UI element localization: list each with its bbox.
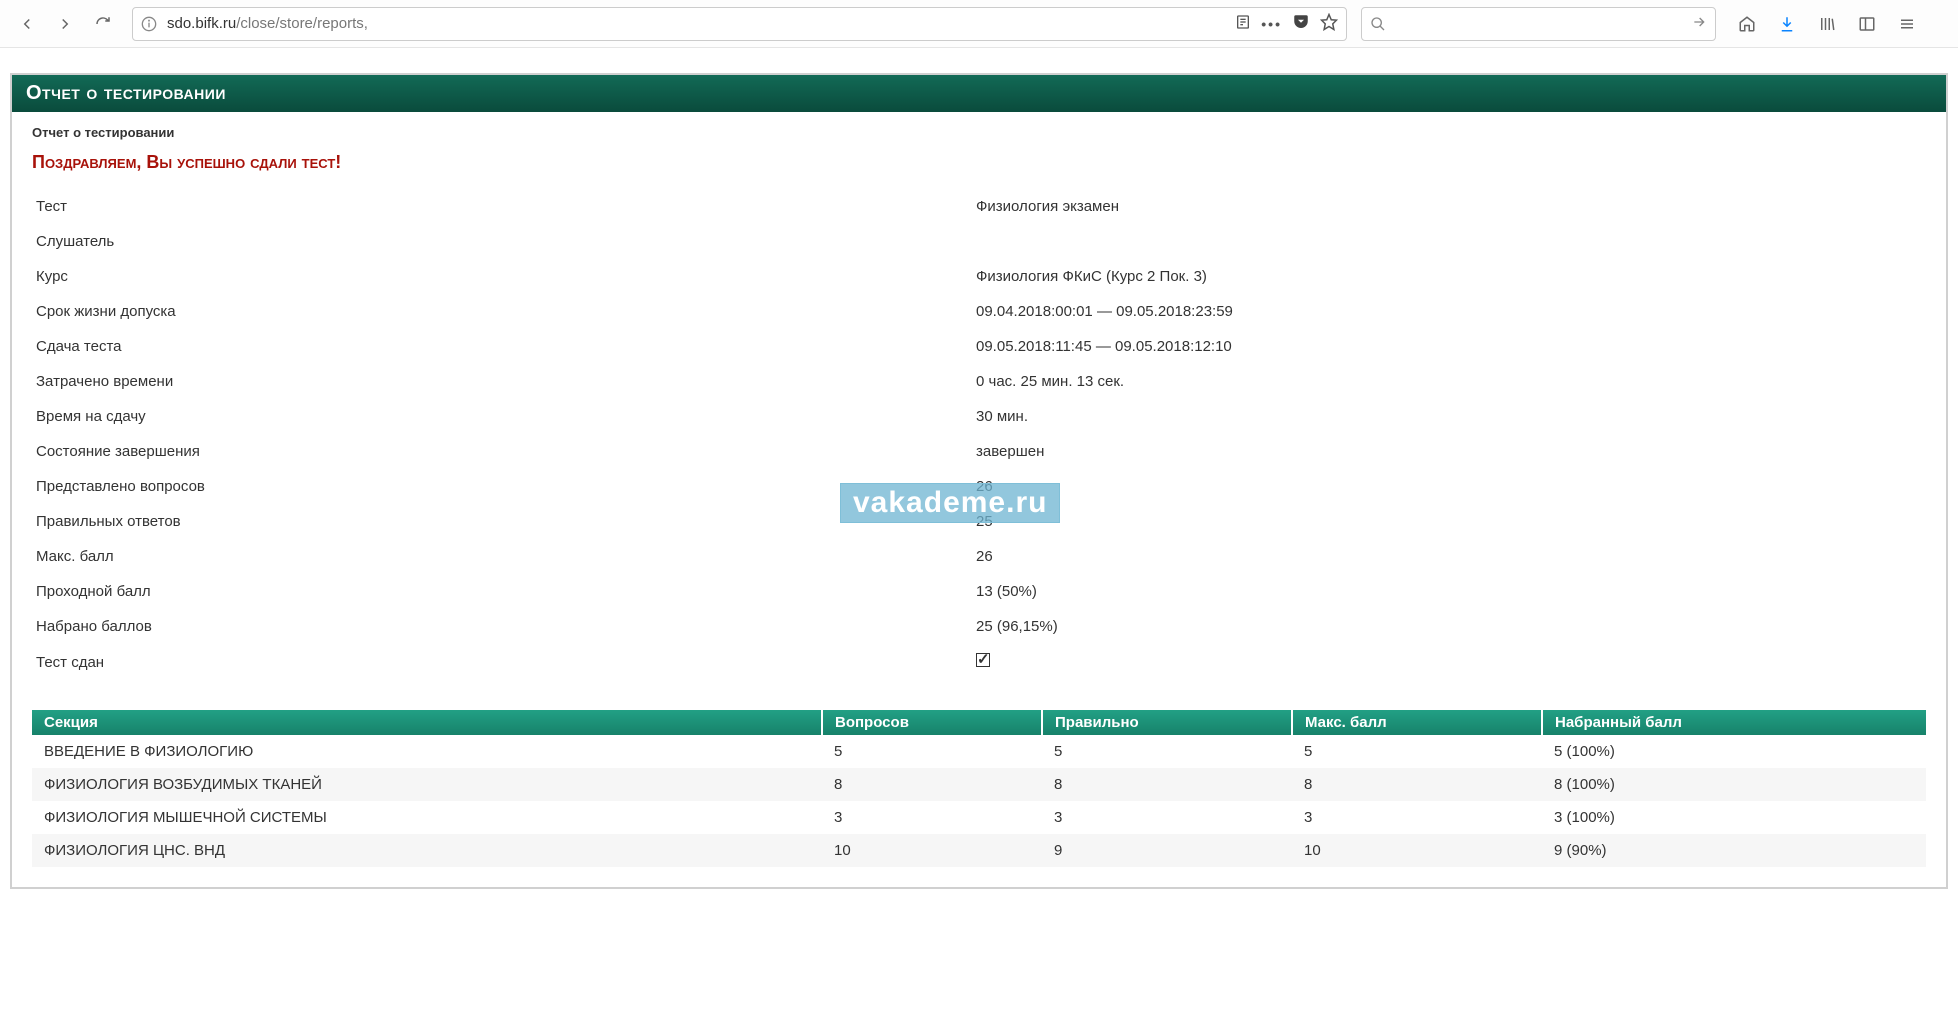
sections-header: Вопросов bbox=[822, 710, 1042, 735]
info-value: 30 мин. bbox=[972, 399, 1926, 434]
info-value: 09.04.2018:00:01 — 09.05.2018:23:59 bbox=[972, 294, 1926, 329]
info-label: Проходной балл bbox=[32, 574, 972, 609]
pocket-icon[interactable] bbox=[1292, 13, 1310, 34]
go-arrow-icon[interactable] bbox=[1691, 14, 1707, 33]
table-cell: 9 bbox=[1042, 834, 1292, 867]
info-value: 13 (50%) bbox=[972, 574, 1926, 609]
search-bar[interactable] bbox=[1361, 7, 1716, 41]
info-row: Состояние завершениязавершен bbox=[32, 434, 1926, 469]
info-row: Сдача теста09.05.2018:11:45 — 09.05.2018… bbox=[32, 329, 1926, 364]
breadcrumb: Отчет о тестировании bbox=[32, 122, 1926, 152]
address-bar[interactable]: sdo.bifk.ru/close/store/reports, ••• bbox=[132, 7, 1347, 41]
table-row: ФИЗИОЛОГИЯ МЫШЕЧНОЙ СИСТЕМЫ3333 (100%) bbox=[32, 801, 1926, 834]
forward-button[interactable] bbox=[48, 7, 82, 41]
info-label: Срок жизни допуска bbox=[32, 294, 972, 329]
info-row: Набрано баллов25 (96,15%) bbox=[32, 609, 1926, 644]
info-value bbox=[972, 224, 1926, 259]
info-label: Набрано баллов bbox=[32, 609, 972, 644]
reload-button[interactable] bbox=[86, 7, 120, 41]
info-label: Время на сдачу bbox=[32, 399, 972, 434]
sections-header: Набранный балл bbox=[1542, 710, 1926, 735]
table-cell: 8 bbox=[1292, 768, 1542, 801]
info-row: Слушатель bbox=[32, 224, 1926, 259]
info-row: Проходной балл13 (50%) bbox=[32, 574, 1926, 609]
info-value: Физиология ФКиС (Курс 2 Пок. 3) bbox=[972, 259, 1926, 294]
info-value: 26 bbox=[972, 469, 1926, 504]
info-value bbox=[972, 644, 1926, 680]
info-label: Курс bbox=[32, 259, 972, 294]
report-panel: Отчет о тестировании Отчет о тестировани… bbox=[10, 73, 1948, 889]
info-row: Срок жизни допуска09.04.2018:00:01 — 09.… bbox=[32, 294, 1926, 329]
info-label: Правильных ответов bbox=[32, 504, 972, 539]
table-cell: 10 bbox=[1292, 834, 1542, 867]
sections-header: Правильно bbox=[1042, 710, 1292, 735]
reader-mode-icon[interactable] bbox=[1235, 14, 1251, 33]
table-cell: ФИЗИОЛОГИЯ ЦНС. ВНД bbox=[32, 834, 822, 867]
sidebar-button[interactable] bbox=[1850, 7, 1884, 41]
info-row: Правильных ответов25 bbox=[32, 504, 1926, 539]
search-icon bbox=[1370, 16, 1386, 32]
info-value: Физиология экзамен bbox=[972, 189, 1926, 224]
table-cell: 3 bbox=[1042, 801, 1292, 834]
table-row: ВВЕДЕНИЕ В ФИЗИОЛОГИЮ5555 (100%) bbox=[32, 735, 1926, 768]
info-value: 0 час. 25 мин. 13 сек. bbox=[972, 364, 1926, 399]
info-label: Слушатель bbox=[32, 224, 972, 259]
downloads-button[interactable] bbox=[1770, 7, 1804, 41]
table-cell: 5 (100%) bbox=[1542, 735, 1926, 768]
info-row: КурсФизиология ФКиС (Курс 2 Пок. 3) bbox=[32, 259, 1926, 294]
browser-toolbar: sdo.bifk.ru/close/store/reports, ••• bbox=[0, 0, 1958, 48]
info-row: Время на сдачу30 мин. bbox=[32, 399, 1926, 434]
info-icon[interactable] bbox=[141, 16, 157, 32]
table-cell: 3 (100%) bbox=[1542, 801, 1926, 834]
table-cell: 8 bbox=[1042, 768, 1292, 801]
info-label: Состояние завершения bbox=[32, 434, 972, 469]
info-label: Затрачено времени bbox=[32, 364, 972, 399]
info-label: Макс. балл bbox=[32, 539, 972, 574]
library-button[interactable] bbox=[1810, 7, 1844, 41]
table-cell: ФИЗИОЛОГИЯ ВОЗБУДИМЫХ ТКАНЕЙ bbox=[32, 768, 822, 801]
table-cell: 5 bbox=[822, 735, 1042, 768]
info-label: Представлено вопросов bbox=[32, 469, 972, 504]
info-row: Макс. балл26 bbox=[32, 539, 1926, 574]
info-row: ТестФизиология экзамен bbox=[32, 189, 1926, 224]
info-label: Тест bbox=[32, 189, 972, 224]
table-cell: 8 (100%) bbox=[1542, 768, 1926, 801]
info-value: 25 bbox=[972, 504, 1926, 539]
table-cell: 5 bbox=[1042, 735, 1292, 768]
table-cell: 3 bbox=[1292, 801, 1542, 834]
info-value: 09.05.2018:11:45 — 09.05.2018:12:10 bbox=[972, 329, 1926, 364]
table-cell: 8 bbox=[822, 768, 1042, 801]
menu-button[interactable] bbox=[1890, 7, 1924, 41]
info-label: Тест сдан bbox=[32, 644, 972, 680]
check-icon bbox=[976, 653, 990, 667]
table-row: ФИЗИОЛОГИЯ ЦНС. ВНД109109 (90%) bbox=[32, 834, 1926, 867]
info-value: 25 (96,15%) bbox=[972, 609, 1926, 644]
more-icon[interactable]: ••• bbox=[1261, 16, 1282, 32]
table-cell: ФИЗИОЛОГИЯ МЫШЕЧНОЙ СИСТЕМЫ bbox=[32, 801, 822, 834]
back-button[interactable] bbox=[10, 7, 44, 41]
home-button[interactable] bbox=[1730, 7, 1764, 41]
url-text: sdo.bifk.ru/close/store/reports, bbox=[167, 15, 1235, 32]
info-row: Затрачено времени0 час. 25 мин. 13 сек. bbox=[32, 364, 1926, 399]
info-value: завершен bbox=[972, 434, 1926, 469]
info-label: Сдача теста bbox=[32, 329, 972, 364]
congrats-message: Поздравляем, Вы успешно сдали тест! bbox=[32, 152, 1926, 189]
table-cell: 9 (90%) bbox=[1542, 834, 1926, 867]
info-row: Тест сдан bbox=[32, 644, 1926, 680]
info-value: 26 bbox=[972, 539, 1926, 574]
panel-title: Отчет о тестировании bbox=[12, 75, 1946, 112]
info-row: Представлено вопросов26 bbox=[32, 469, 1926, 504]
table-row: ФИЗИОЛОГИЯ ВОЗБУДИМЫХ ТКАНЕЙ8888 (100%) bbox=[32, 768, 1926, 801]
info-table: ТестФизиология экзаменСлушательКурсФизио… bbox=[32, 189, 1926, 680]
table-cell: 10 bbox=[822, 834, 1042, 867]
table-cell: 3 bbox=[822, 801, 1042, 834]
bookmark-star-icon[interactable] bbox=[1320, 13, 1338, 34]
sections-table: СекцияВопросовПравильноМакс. баллНабранн… bbox=[32, 710, 1926, 867]
table-cell: 5 bbox=[1292, 735, 1542, 768]
sections-header: Макс. балл bbox=[1292, 710, 1542, 735]
table-cell: ВВЕДЕНИЕ В ФИЗИОЛОГИЮ bbox=[32, 735, 822, 768]
sections-header: Секция bbox=[32, 710, 822, 735]
search-input[interactable] bbox=[1386, 15, 1691, 32]
